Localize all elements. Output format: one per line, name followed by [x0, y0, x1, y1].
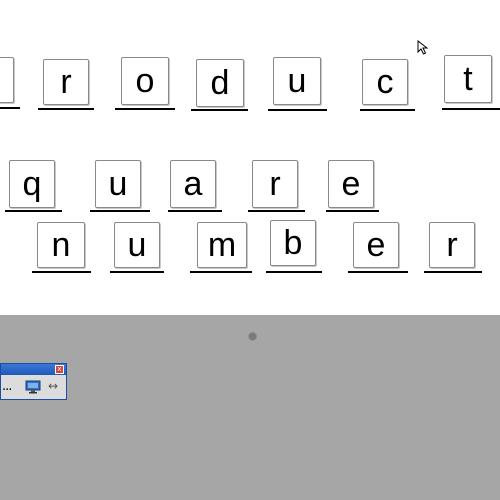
- letter-tile[interactable]: r: [429, 222, 475, 268]
- letter-tile[interactable]: u: [95, 160, 141, 208]
- monitor-icon[interactable]: [25, 379, 41, 395]
- letter-tile[interactable]: b: [270, 220, 316, 266]
- mouse-cursor-icon: [417, 40, 429, 55]
- letter-tile[interactable]: a: [170, 160, 216, 208]
- letter-tile[interactable]: n: [37, 222, 85, 268]
- letter-tile[interactable]: d: [196, 59, 244, 107]
- letter-tile[interactable]: r: [43, 59, 89, 105]
- underline: [266, 271, 322, 273]
- letter-tile[interactable]: [0, 57, 14, 103]
- underline: [168, 210, 222, 212]
- letter-tile[interactable]: u: [114, 222, 160, 268]
- letter-tile[interactable]: o: [121, 57, 169, 105]
- loading-indicator-icon: [249, 333, 256, 340]
- underline: [90, 210, 150, 212]
- underline: [190, 271, 252, 273]
- underline: [268, 109, 327, 111]
- desktop-background: [0, 315, 500, 500]
- floating-toolbar[interactable]: x ... ↔: [0, 363, 67, 400]
- letter-tile[interactable]: e: [353, 222, 399, 268]
- underline: [348, 271, 408, 273]
- letter-tile[interactable]: c: [362, 59, 408, 105]
- underline: [191, 109, 248, 111]
- underline: [115, 108, 175, 110]
- letter-tile[interactable]: q: [9, 160, 55, 208]
- underline: [326, 210, 379, 212]
- resize-arrows-icon[interactable]: ↔: [48, 378, 58, 394]
- underline: [32, 271, 91, 273]
- underline: [110, 271, 164, 273]
- underline: [360, 109, 415, 111]
- underline: [0, 107, 20, 109]
- underline: [248, 210, 305, 212]
- underline: [424, 271, 482, 273]
- close-button[interactable]: x: [55, 365, 64, 374]
- letter-tile[interactable]: t: [444, 55, 492, 103]
- more-options-button[interactable]: ...: [2, 380, 12, 394]
- underline: [38, 108, 94, 110]
- letter-tile[interactable]: m: [197, 222, 247, 268]
- letter-tile[interactable]: u: [273, 57, 321, 105]
- underline: [5, 210, 62, 212]
- letter-tile[interactable]: r: [252, 160, 298, 208]
- underline: [442, 108, 500, 110]
- whiteboard-canvas[interactable]: r o d u c t q u a r e n u m b e r: [0, 0, 500, 315]
- letter-tile[interactable]: e: [328, 160, 374, 208]
